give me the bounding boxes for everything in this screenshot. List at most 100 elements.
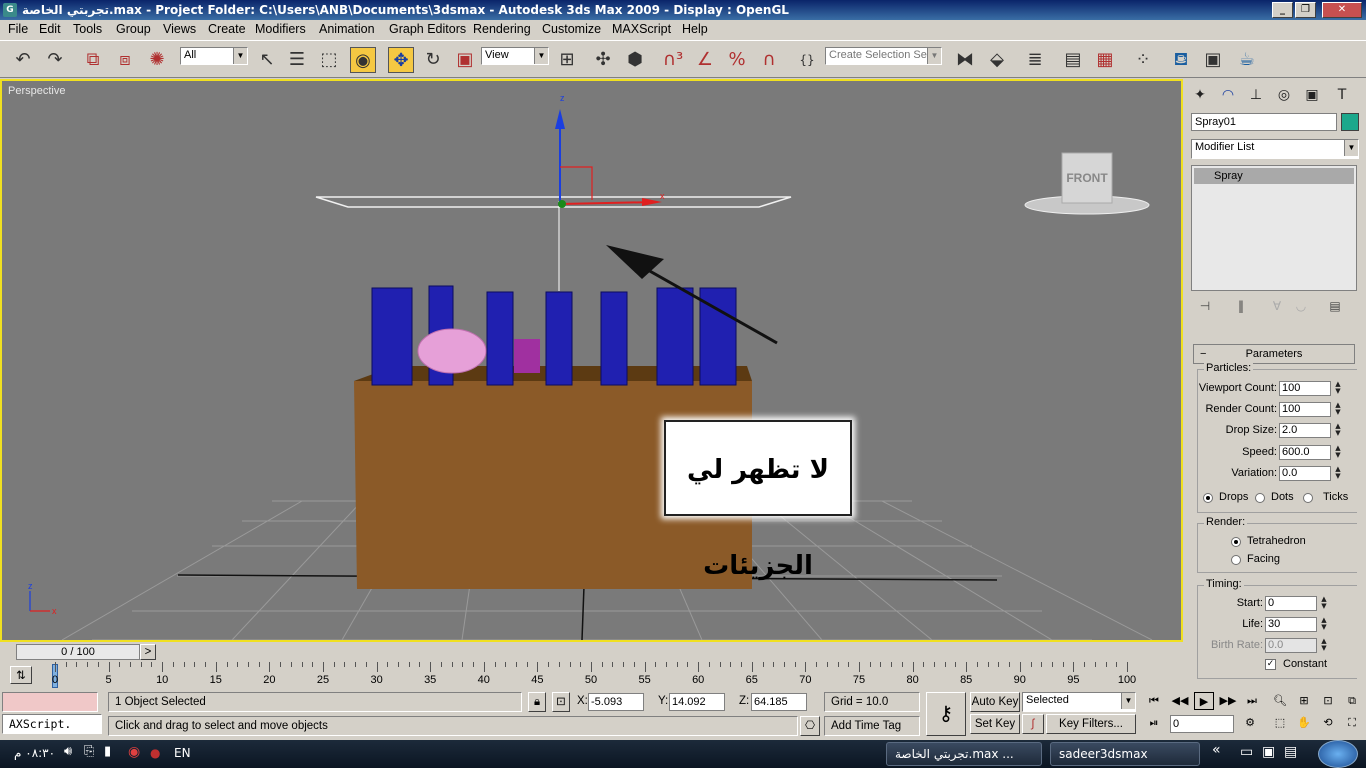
birth-rate-field[interactable]: 0.0 <box>1265 638 1317 653</box>
zoom-region-icon[interactable]: ⬚ <box>1270 714 1290 732</box>
dots-radio[interactable] <box>1255 493 1265 503</box>
default-tangent-icon[interactable]: ∫ <box>1022 714 1044 734</box>
select-rotate-icon[interactable]: ↻ <box>420 47 446 73</box>
maximize-viewport-icon[interactable]: ⛶ <box>1342 714 1362 732</box>
z-coordinate[interactable]: 64.185 <box>751 693 807 711</box>
current-frame-field[interactable]: 0 <box>1170 715 1234 733</box>
align-icon[interactable]: ⬙ <box>984 47 1010 73</box>
bind-spacewarp-icon[interactable]: ✺ <box>144 47 170 73</box>
object-color-swatch[interactable] <box>1341 113 1359 131</box>
quick-launch-desktop-icon[interactable]: ▭ <box>1240 744 1253 760</box>
hierarchy-tab-icon[interactable]: ⊥ <box>1243 83 1269 107</box>
unlink-icon[interactable]: ⧈ <box>112 47 138 73</box>
zoom-extents-all-icon[interactable]: ⧉ <box>1342 692 1362 710</box>
tetrahedron-radio[interactable] <box>1231 537 1241 547</box>
add-time-tag[interactable]: Add Time Tag <box>824 716 920 736</box>
undo-icon[interactable]: ↶ <box>10 47 36 73</box>
go-to-start-icon[interactable]: ⏮ <box>1144 692 1164 710</box>
select-link-icon[interactable]: ⧉ <box>80 47 106 73</box>
select-move-icon[interactable]: ✥ <box>388 47 414 73</box>
menu-edit[interactable]: Edit <box>39 22 61 36</box>
mirror-icon[interactable]: ⧓ <box>952 47 978 73</box>
render-count-spinner[interactable]: ▲ ▼ <box>1333 402 1343 417</box>
create-tab-icon[interactable]: ✦ <box>1187 83 1213 107</box>
display-tab-icon[interactable]: ▣ <box>1299 83 1325 107</box>
restore-button[interactable]: ❐ <box>1295 2 1316 18</box>
next-frame-button[interactable]: > <box>140 644 156 660</box>
redo-icon[interactable]: ↷ <box>42 47 68 73</box>
mini-curve-editor-icon[interactable]: ⇅ <box>10 666 32 684</box>
taskbar-sadeer-button[interactable]: sadeer3dsmax <box>1050 742 1200 766</box>
next-frame-icon[interactable]: ▶▶ <box>1218 692 1238 710</box>
schematic-view-icon[interactable]: ▦ <box>1092 47 1118 73</box>
taskbar-clock[interactable]: ٠٨:٣٠ م <box>14 746 55 760</box>
quick-render-icon[interactable]: ☕ <box>1234 47 1260 73</box>
viewport-count-spinner[interactable]: ▲ ▼ <box>1333 381 1343 396</box>
material-editor-icon[interactable]: ⁘ <box>1130 47 1156 73</box>
previous-frame-icon[interactable]: ◀◀ <box>1170 692 1190 710</box>
render-setup-icon[interactable]: ⛾ <box>1168 47 1194 73</box>
key-filters-button[interactable]: Key Filters... <box>1046 714 1136 734</box>
time-config-icon[interactable]: ⚙ <box>1240 714 1260 732</box>
render-count-field[interactable]: 100 <box>1279 402 1331 417</box>
modifier-stack[interactable]: Spray <box>1191 165 1357 291</box>
menu-graph-editors[interactable]: Graph Editors <box>389 22 466 36</box>
quick-launch-switch-icon[interactable]: ▣ <box>1262 744 1275 760</box>
life-spinner[interactable]: ▲ ▼ <box>1319 617 1329 632</box>
menu-tools[interactable]: Tools <box>73 22 102 36</box>
manipulate-icon[interactable]: ✣ <box>590 47 616 73</box>
object-name-field[interactable]: Spray01 <box>1191 113 1337 131</box>
life-field[interactable]: 30 <box>1265 617 1317 632</box>
modifier-list-dropdown[interactable]: Modifier List ▼ <box>1191 139 1359 159</box>
layer-manager-icon[interactable]: ≣ <box>1022 47 1048 73</box>
auto-key-button[interactable]: Auto Key <box>970 692 1020 712</box>
percent-snap-icon[interactable]: % <box>724 47 750 73</box>
quick-launch-app-icon[interactable]: ▤ <box>1284 744 1297 760</box>
maxscript-listener[interactable]: AXScript. <box>2 714 102 734</box>
drops-radio[interactable] <box>1203 493 1213 503</box>
zoom-icon[interactable]: 🔍︎ <box>1270 692 1290 710</box>
tray-app-icon[interactable]: ◉ <box>128 744 140 760</box>
selection-filter-dropdown[interactable]: All ▼ <box>180 47 248 65</box>
menu-create[interactable]: Create <box>208 22 246 36</box>
select-scale-icon[interactable]: ▣ <box>452 47 478 73</box>
motion-tab-icon[interactable]: ◎ <box>1271 83 1297 107</box>
pin-stack-icon[interactable]: ⊣ <box>1195 299 1215 317</box>
perspective-viewport[interactable]: Perspective z x FRONT z x لا تظهر لي الج… <box>0 79 1183 642</box>
minimize-button[interactable]: _ <box>1272 2 1293 18</box>
variation-spinner[interactable]: ▲ ▼ <box>1333 466 1343 481</box>
select-by-name-icon[interactable]: ☰ <box>284 47 310 73</box>
menu-group[interactable]: Group <box>116 22 151 36</box>
start-spinner[interactable]: ▲ ▼ <box>1319 596 1329 611</box>
power-icon[interactable]: ▮ <box>104 744 111 759</box>
y-coordinate[interactable]: 14.092 <box>669 693 725 711</box>
drop-size-field[interactable]: 2.0 <box>1279 423 1331 438</box>
menu-views[interactable]: Views <box>163 22 196 36</box>
keyboard-shortcut-icon[interactable]: ⬢ <box>622 47 648 73</box>
remove-modifier-icon[interactable]: ◡ <box>1291 299 1311 317</box>
ticks-radio[interactable] <box>1303 493 1313 503</box>
constant-checkbox[interactable]: ✓ <box>1265 659 1276 670</box>
pan-icon[interactable]: ✋ <box>1294 714 1314 732</box>
spinner-snap-icon[interactable]: ∩ <box>756 47 782 73</box>
zoom-extents-icon[interactable]: ⊡ <box>1318 692 1338 710</box>
named-selection-set-dropdown[interactable]: Create Selection Set ▼ <box>825 47 942 65</box>
language-indicator[interactable]: EN <box>174 746 191 760</box>
drop-size-spinner[interactable]: ▲ ▼ <box>1333 423 1343 438</box>
network-icon[interactable]: ⎘ <box>84 744 94 759</box>
menu-file[interactable]: File <box>8 22 28 36</box>
edit-named-sel-icon[interactable]: {} <box>794 47 820 73</box>
set-key-mode-icon[interactable]: ⚷ <box>926 692 966 736</box>
taskbar-toolbar-arrow[interactable]: « <box>1212 742 1221 758</box>
go-to-end-icon[interactable]: ⏭ <box>1242 692 1262 710</box>
key-mode-icon[interactable]: ⏯ <box>1144 714 1164 732</box>
select-object-icon[interactable]: ↖ <box>254 47 280 73</box>
stack-item-spray[interactable]: Spray <box>1194 168 1354 184</box>
key-selection-dropdown[interactable]: Selected ▼ <box>1022 692 1136 712</box>
birth-rate-spinner[interactable]: ▲ ▼ <box>1319 638 1329 653</box>
menu-help[interactable]: Help <box>682 22 708 36</box>
speed-field[interactable]: 600.0 <box>1279 445 1331 460</box>
parameters-rollout-header[interactable]: − Parameters <box>1193 344 1355 364</box>
maxscript-listener-top[interactable] <box>2 692 98 712</box>
menu-customize[interactable]: Customize <box>542 22 601 36</box>
